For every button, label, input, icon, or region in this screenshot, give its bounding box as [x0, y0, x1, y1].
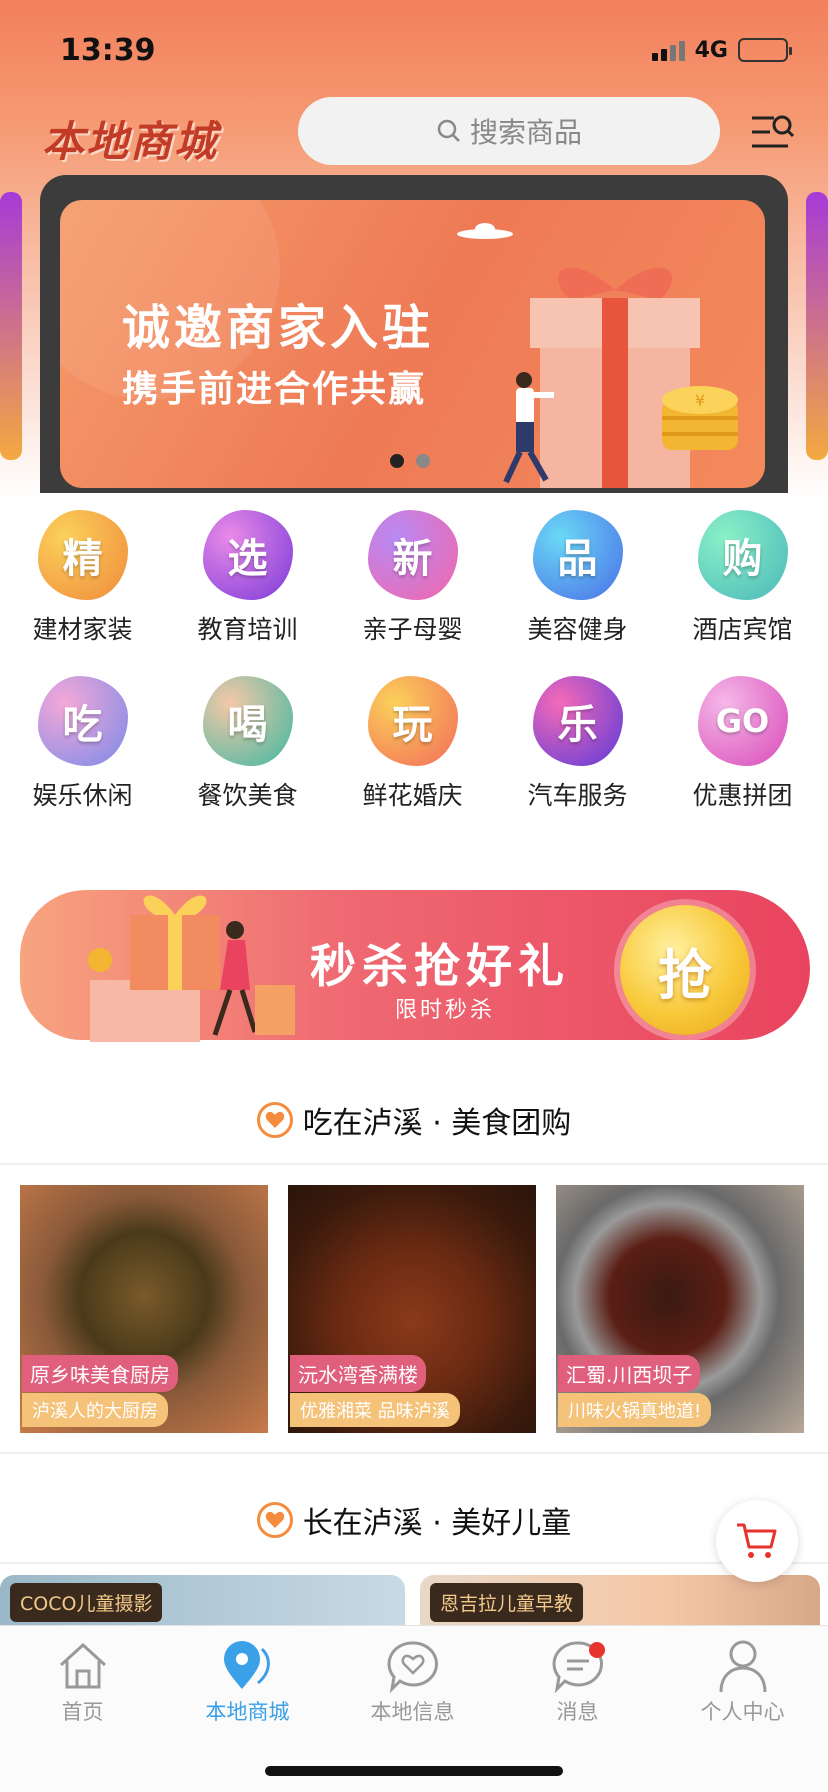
- category-badge-icon: 喝: [202, 676, 293, 766]
- coin-stack-icon: ¥: [662, 386, 738, 450]
- category-item-7[interactable]: 喝餐饮美食: [165, 676, 330, 812]
- kids-card-2[interactable]: 恩吉拉儿童早教: [420, 1575, 820, 1625]
- grab-button[interactable]: 抢: [620, 905, 750, 1035]
- seckill-title: 秒杀抢好礼: [310, 939, 570, 993]
- app-screen: 13:39 4G 本地商城 搜索商品 诚邀商家入驻 携手前进合作共赢 ¥ 精 建…: [0, 0, 828, 1792]
- category-badge-icon: 乐: [532, 676, 623, 766]
- tab-label: 本地信息: [370, 1700, 455, 1724]
- signal-icon: [651, 39, 685, 61]
- category-label: 美容健身: [527, 615, 628, 644]
- banner-subtitle: 携手前进合作共赢: [122, 369, 427, 410]
- food-name: 沅水湾香满楼: [290, 1355, 426, 1392]
- category-badge-icon: 品: [532, 510, 623, 600]
- location-icon: [223, 1641, 270, 1689]
- banner-dot-1[interactable]: [390, 454, 404, 468]
- kids-card-name: 恩吉拉儿童早教: [430, 1583, 584, 1622]
- food-section-title: 吃在泸溪 · 美食团购: [0, 1098, 828, 1142]
- category-badge-icon: 精: [37, 510, 128, 600]
- battery-icon: [738, 38, 792, 62]
- tab-profile[interactable]: 个人中心: [660, 1636, 825, 1726]
- category-item-2[interactable]: 选教育培训: [165, 510, 330, 646]
- heart-chat-icon: [387, 1641, 438, 1693]
- banner-prev-peek[interactable]: [0, 192, 22, 460]
- seckill-banner[interactable]: 秒杀抢好礼 限时秒杀 抢: [20, 860, 810, 1050]
- category-badge-icon: 选: [202, 510, 293, 600]
- section-divider: [0, 1562, 828, 1564]
- tab-label: 个人中心: [700, 1700, 785, 1724]
- category-label: 酒店宾馆: [692, 615, 793, 644]
- food-card-3[interactable]: 汇蜀.川西坝子 川味火锅真地道!: [556, 1185, 804, 1433]
- section-divider: [0, 1163, 828, 1165]
- category-label: 汽车服务: [527, 781, 628, 810]
- tab-local-info[interactable]: 本地信息: [330, 1636, 495, 1726]
- promo-banner[interactable]: 诚邀商家入驻 携手前进合作共赢 ¥: [60, 200, 765, 488]
- food-card-1[interactable]: 原乡味美食厨房 泸溪人的大厨房: [20, 1185, 268, 1433]
- category-label: 鲜花婚庆: [362, 781, 463, 810]
- tab-home[interactable]: 首页: [0, 1636, 165, 1726]
- food-name: 原乡味美食厨房: [22, 1355, 178, 1392]
- category-label: 优惠拼团: [692, 781, 793, 810]
- status-time: 13:39: [60, 32, 156, 68]
- category-label: 餐饮美食: [197, 781, 298, 810]
- banner-title: 诚邀商家入驻: [122, 300, 435, 356]
- category-item-9[interactable]: 乐汽车服务: [495, 676, 660, 812]
- kids-card-name: COCO儿童摄影: [10, 1583, 163, 1622]
- home-icon: [59, 1642, 106, 1689]
- section-divider: [0, 1452, 828, 1454]
- cloud-icon: [457, 223, 513, 239]
- kids-section-label: 长在泸溪 · 美好儿童: [302, 1506, 572, 1541]
- search-placeholder: 搜索商品: [469, 116, 582, 149]
- category-menu-icon[interactable]: [748, 110, 796, 154]
- food-name: 汇蜀.川西坝子: [558, 1355, 701, 1392]
- home-indicator: [265, 1766, 563, 1776]
- search-icon: [437, 119, 460, 142]
- food-slogan: 泸溪人的大厨房: [22, 1393, 168, 1427]
- banner-next-peek[interactable]: [806, 192, 828, 460]
- category-badge-icon: 新: [367, 510, 458, 600]
- category-item-5[interactable]: 购酒店宾馆: [660, 510, 825, 646]
- category-badge-icon: 购: [697, 510, 788, 600]
- tab-label: 本地商城: [205, 1700, 290, 1724]
- category-label: 教育培训: [197, 615, 298, 644]
- heart-icon: [256, 1502, 293, 1538]
- banner-dot-2[interactable]: [416, 454, 430, 468]
- category-item-3[interactable]: 新亲子母婴: [330, 510, 495, 646]
- category-item-8[interactable]: 玩鲜花婚庆: [330, 676, 495, 812]
- category-item-1[interactable]: 精建材家装: [0, 510, 165, 646]
- businessman-illustration: [503, 372, 554, 484]
- seckill-subtitle: 限时秒杀: [395, 998, 496, 1023]
- status-right: 4G: [651, 37, 792, 63]
- gift-shopper-illustration: [88, 895, 295, 1042]
- kids-section-title: 长在泸溪 · 美好儿童: [0, 1498, 828, 1542]
- kids-card-1[interactable]: COCO儿童摄影: [0, 1575, 405, 1625]
- category-label: 娱乐休闲: [32, 781, 133, 810]
- category-badge-icon: GO: [697, 676, 788, 766]
- category-item-10[interactable]: GO 优惠拼团: [660, 676, 825, 812]
- app-logo: 本地商城: [42, 117, 219, 166]
- person-icon: [719, 1640, 766, 1693]
- search-input[interactable]: 搜索商品: [298, 97, 720, 165]
- category-item-4[interactable]: 品美容健身: [495, 510, 660, 646]
- unread-badge: [589, 1642, 605, 1658]
- food-section-label: 吃在泸溪 · 美食团购: [302, 1106, 572, 1141]
- status-bar: 13:39 4G: [60, 28, 792, 72]
- food-card-2[interactable]: 沅水湾香满楼 优雅湘菜 品味泸溪: [288, 1185, 536, 1433]
- banner-pagination: [390, 454, 430, 468]
- coin-symbol: ¥: [695, 391, 705, 410]
- network-type: 4G: [694, 37, 728, 63]
- cart-icon: [737, 1523, 777, 1558]
- cart-button[interactable]: [716, 1500, 798, 1582]
- tab-local-mall[interactable]: 本地商城: [165, 1636, 330, 1726]
- tab-label: 消息: [556, 1700, 599, 1724]
- category-badge-icon: 玩: [367, 676, 458, 766]
- category-item-6[interactable]: 吃娱乐休闲: [0, 676, 165, 812]
- tab-messages[interactable]: 消息: [495, 1636, 660, 1726]
- category-label: 亲子母婴: [362, 615, 463, 644]
- food-slogan: 优雅湘菜 品味泸溪: [290, 1393, 460, 1427]
- food-slogan: 川味火锅真地道!: [558, 1393, 712, 1427]
- tab-label: 首页: [61, 1700, 104, 1724]
- category-badge-icon: 吃: [37, 676, 128, 766]
- heart-icon: [256, 1102, 293, 1138]
- category-label: 建材家装: [32, 615, 133, 644]
